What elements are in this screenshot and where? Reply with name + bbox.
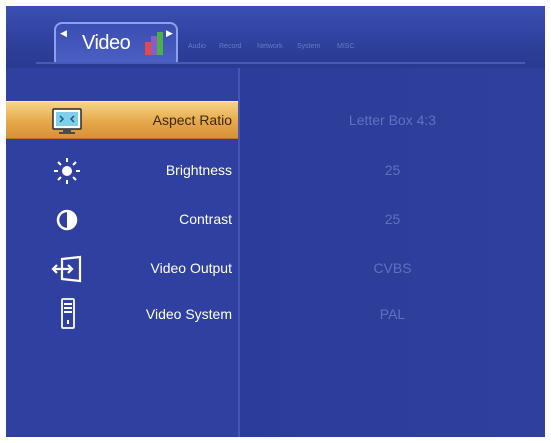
menu-item-label: Aspect Ratio (152, 112, 232, 128)
tab-record[interactable]: Record (219, 43, 242, 50)
tab-misc[interactable]: MISC (337, 43, 355, 50)
tab-underline (36, 62, 525, 64)
screen: Video ◀ ▶ Audio Record Network System MI… (6, 6, 545, 437)
menu-item-brightness[interactable]: Brightness (6, 152, 238, 190)
tab-network[interactable]: Network (257, 43, 283, 50)
video-system-value[interactable]: PAL (240, 306, 545, 322)
menu-item-label: Brightness (165, 162, 232, 178)
aspect-ratio-icon (52, 108, 82, 134)
menu-item-video-system[interactable]: Video System (6, 296, 238, 334)
brightness-value[interactable]: 25 (240, 162, 545, 178)
tab-left-arrow-icon[interactable]: ◀ (60, 28, 67, 39)
video-output-value[interactable]: CVBS (240, 260, 545, 276)
brightness-icon (54, 158, 80, 184)
menu-item-label: Contrast (179, 211, 232, 227)
menu-item-label: Video System (145, 306, 232, 322)
contrast-value[interactable]: 25 (240, 211, 545, 227)
video-system-icon (61, 298, 75, 329)
menu-item-aspect-ratio[interactable]: Aspect Ratio (6, 101, 238, 139)
tab-audio[interactable]: Audio (188, 43, 206, 50)
tab-right-arrow-icon[interactable]: ▶ (166, 28, 173, 39)
menu-item-label: Video Output (150, 260, 232, 276)
tab-system[interactable]: System (297, 43, 320, 50)
tab-bar: Video ◀ ▶ Audio Record Network System MI… (6, 6, 545, 68)
menu-item-video-output[interactable]: Video Output (6, 250, 238, 288)
menu-item-contrast[interactable]: Contrast (6, 201, 238, 239)
aspect-ratio-value[interactable]: Letter Box 4:3 (240, 112, 545, 128)
tab-video[interactable]: Video (54, 22, 178, 62)
tab-video-label: Video (82, 32, 131, 54)
contrast-icon (56, 209, 78, 231)
video-output-icon (51, 255, 82, 283)
video-tab-icon (145, 32, 163, 55)
